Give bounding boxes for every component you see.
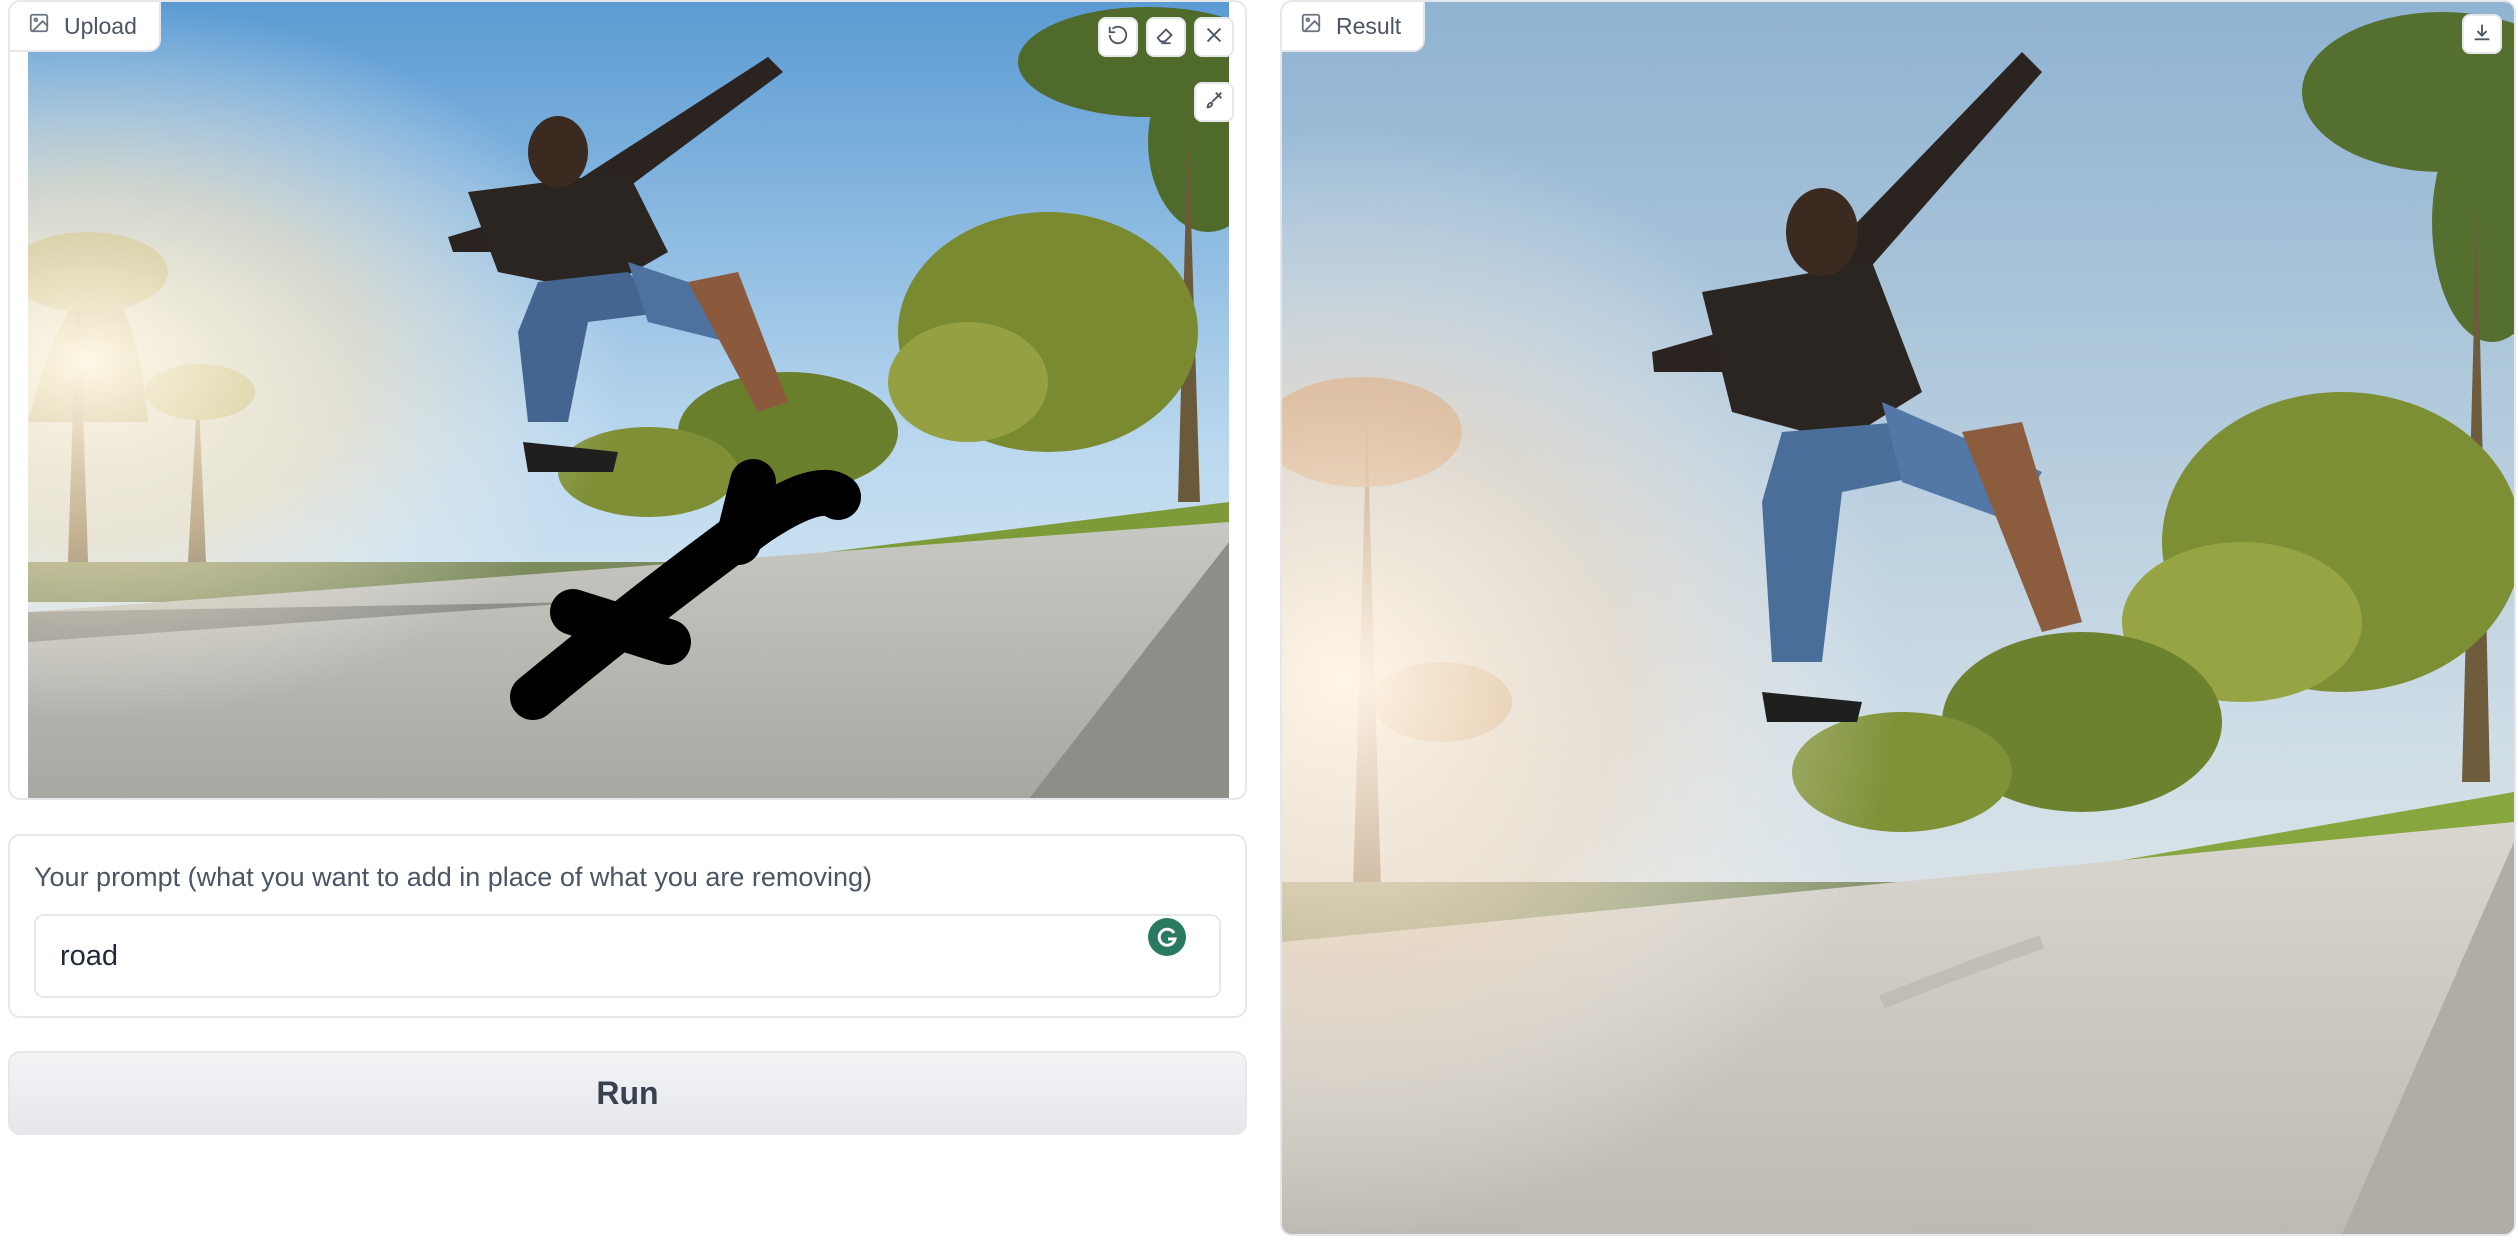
result-label-text: Result: [1336, 12, 1402, 39]
brush-icon: [1203, 89, 1225, 116]
result-image: [1282, 2, 2514, 1234]
upload-label: Upload: [10, 2, 161, 52]
undo-button[interactable]: [1098, 17, 1138, 57]
run-button[interactable]: Run: [8, 1051, 1247, 1135]
eraser-icon: [1155, 24, 1177, 51]
eraser-button[interactable]: [1146, 17, 1186, 57]
prompt-label: Your prompt (what you want to add in pla…: [34, 862, 872, 892]
result-label: Result: [1282, 2, 1426, 52]
upload-image-canvas[interactable]: [28, 2, 1229, 798]
image-icon: [1300, 12, 1322, 40]
image-icon: [28, 12, 50, 40]
upload-panel: Upload: [8, 0, 1247, 800]
close-icon: [1203, 24, 1225, 51]
download-icon: [2471, 21, 2493, 48]
upload-label-text: Upload: [64, 12, 137, 39]
grammarly-icon[interactable]: [1146, 916, 1188, 958]
brush-button[interactable]: [1194, 82, 1234, 122]
undo-icon: [1107, 24, 1129, 51]
prompt-input[interactable]: road: [34, 914, 1221, 998]
download-button[interactable]: [2462, 14, 2502, 54]
clear-button[interactable]: [1194, 17, 1234, 57]
result-panel: Result: [1280, 0, 2516, 1236]
prompt-panel: Your prompt (what you want to add in pla…: [8, 834, 1247, 1018]
